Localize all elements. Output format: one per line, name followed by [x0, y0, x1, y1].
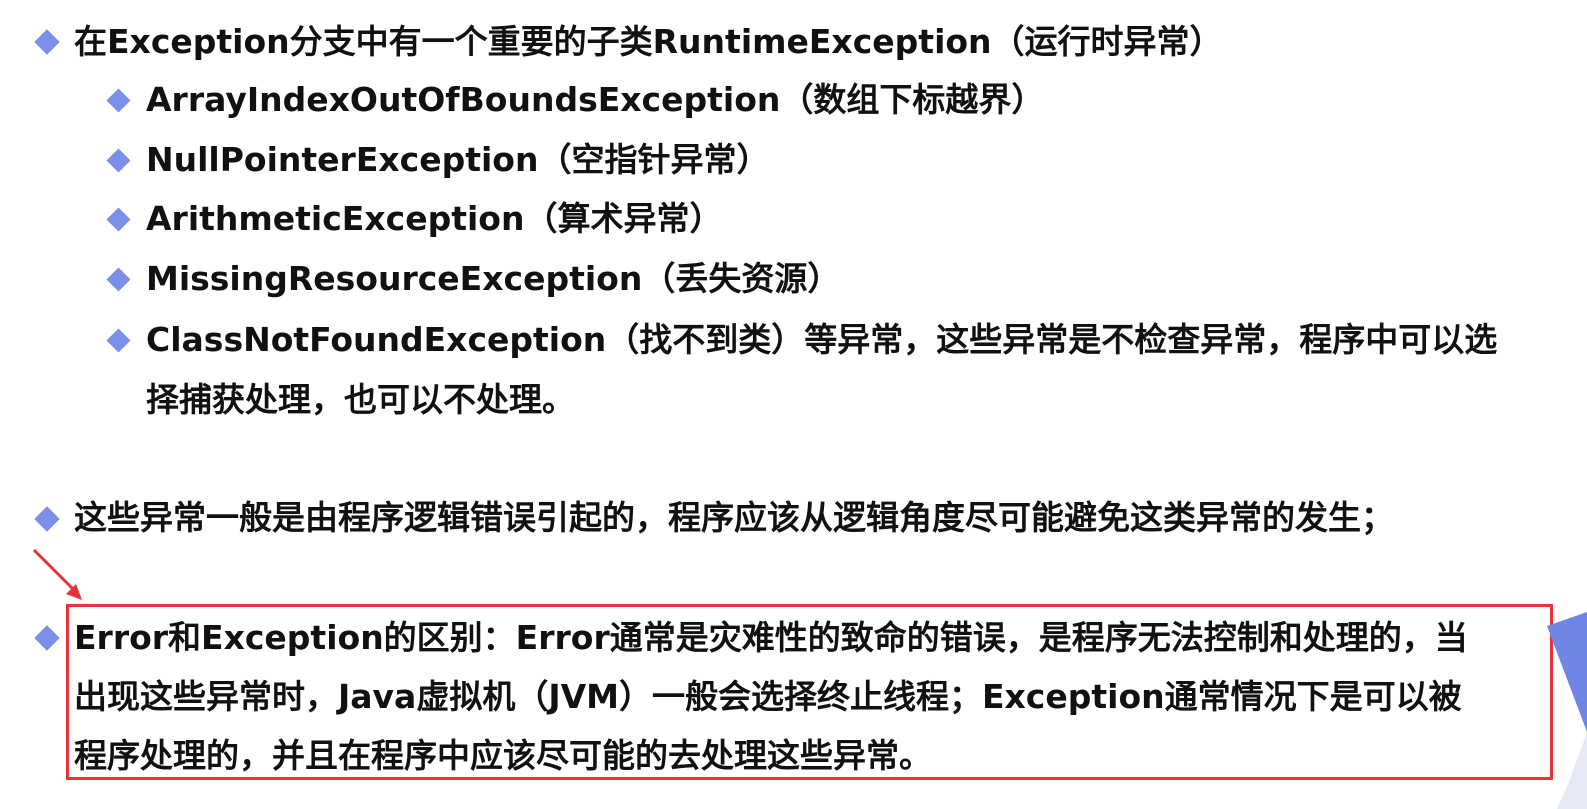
- bullet-diamond-icon: [106, 148, 131, 173]
- corner-decoration-icon: [1547, 612, 1587, 809]
- bullet-diamond-icon: [106, 88, 131, 113]
- bullet-diamond-icon: [106, 267, 131, 292]
- sub-item-missing-resource: MissingResourceException（丢失资源）: [146, 259, 841, 298]
- section3-line3: 程序处理的，并且在程序中应该尽可能的去处理这些异常。: [74, 736, 932, 775]
- slide: 在Exception分支中有一个重要的子类RuntimeException（运行…: [0, 0, 1587, 809]
- bullet-diamond-icon: [106, 328, 131, 353]
- section3-line2: 出现这些异常时，Java虚拟机（JVM）一般会选择终止线程；Exception通…: [74, 677, 1462, 716]
- section2-text: 这些异常一般是由程序逻辑错误引起的，程序应该从逻辑角度尽可能避免这类异常的发生；: [74, 498, 1394, 537]
- sub-item-class-not-found-cont: 择捕获处理，也可以不处理。: [146, 380, 575, 419]
- sub-item-null-pointer: NullPointerException（空指针异常）: [146, 140, 770, 179]
- bullet-diamond-icon: [34, 506, 60, 532]
- sub-item-class-not-found: ClassNotFoundException（找不到类）等异常，这些异常是不检查…: [146, 320, 1498, 359]
- bullet-diamond-icon: [34, 29, 60, 55]
- sub-item-array-index: ArrayIndexOutOfBoundsException（数组下标越界）: [146, 80, 1045, 119]
- bullet-diamond-icon: [34, 625, 60, 651]
- sub-item-arithmetic: ArithmeticException（算术异常）: [146, 199, 723, 238]
- bullet-diamond-icon: [106, 207, 131, 232]
- section3-line1: Error和Exception的区别：Error通常是灾难性的致命的错误，是程序…: [74, 618, 1468, 657]
- section1-heading: 在Exception分支中有一个重要的子类RuntimeException（运行…: [74, 22, 1223, 61]
- red-arrow-icon: [32, 548, 82, 600]
